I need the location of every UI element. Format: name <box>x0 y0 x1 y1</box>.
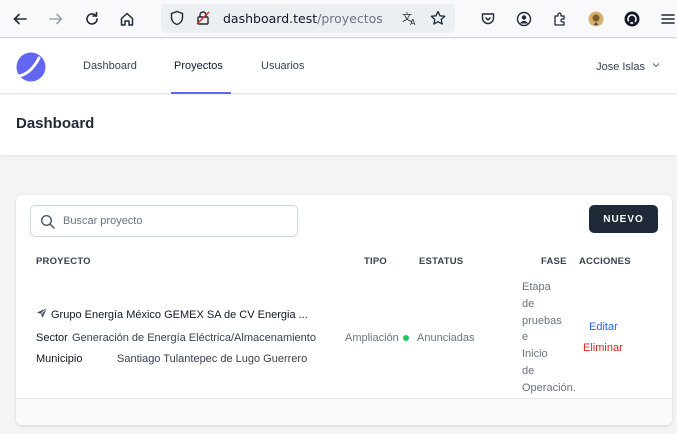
sector-value: Generación de Energía Eléctrica/Almacena… <box>72 332 316 344</box>
url-path: /proyectos <box>317 11 383 26</box>
extension-avatar-icon[interactable] <box>584 7 608 31</box>
translate-icon[interactable]: 文A <box>402 10 419 31</box>
url-bar[interactable]: dashboard.test/proyectos 文A <box>161 4 455 33</box>
nav-link-usuarios[interactable]: Usuarios <box>261 60 304 72</box>
delete-link[interactable]: Eliminar <box>583 342 623 354</box>
user-menu[interactable]: Jose Islas <box>596 60 661 73</box>
vpn-extension-icon[interactable] <box>620 7 644 31</box>
projects-card: NUEVO PROYECTO TIPO ESTATUS FASE ACCIONE… <box>16 195 672 425</box>
new-project-button[interactable]: NUEVO <box>589 205 658 233</box>
project-phase: Etapa de pruebas e Inicio de Operación. <box>522 279 584 397</box>
extensions-icon[interactable] <box>548 7 572 31</box>
app-navbar: Dashboard Proyectos Usuarios Jose Islas <box>0 39 677 94</box>
home-icon[interactable] <box>115 7 139 31</box>
back-arrow-icon[interactable] <box>8 7 32 31</box>
phase-line: Etapa <box>522 281 551 293</box>
page-title: Dashboard <box>16 115 95 132</box>
phase-line: e <box>522 331 529 344</box>
column-header-tipo: TIPO <box>364 256 387 267</box>
svg-text:A: A <box>410 18 416 27</box>
nav-link-proyectos[interactable]: Proyectos <box>174 60 223 72</box>
column-header-proyecto: PROYECTO <box>36 256 91 267</box>
chevron-down-icon <box>651 60 661 73</box>
project-name-text: Grupo Energía México GEMEX SA de CV Ener… <box>51 308 308 321</box>
user-name: Jose Islas <box>596 60 645 73</box>
search-icon <box>40 214 56 230</box>
url-host: dashboard.test <box>223 11 318 26</box>
forward-arrow-icon[interactable] <box>44 7 68 31</box>
url-text[interactable]: dashboard.test/proyectos <box>223 11 383 26</box>
project-name[interactable]: Grupo Energía México GEMEX SA de CV Ener… <box>36 307 321 322</box>
project-type: Ampliación <box>345 332 399 344</box>
app-logo[interactable] <box>16 52 46 82</box>
menu-hamburger-icon[interactable] <box>656 7 677 31</box>
column-header-estatus: ESTATUS <box>419 256 464 267</box>
phase-line: de <box>522 297 535 310</box>
status-dot-icon <box>403 335 409 341</box>
search-field[interactable] <box>30 205 298 237</box>
card-footer <box>16 398 672 425</box>
reload-icon[interactable] <box>80 7 104 31</box>
phase-line: pruebas <box>522 314 562 327</box>
phase-line: Operación. <box>522 381 576 394</box>
page-header: Dashboard <box>0 95 677 155</box>
search-input[interactable] <box>63 212 283 230</box>
municipio-value: Santiago Tulantepec de Lugo Guerrero <box>117 353 308 365</box>
pocket-icon[interactable] <box>476 7 500 31</box>
project-status: Anunciadas <box>417 332 475 344</box>
phase-line: de <box>522 364 535 377</box>
municipio-label: Municipio <box>36 353 83 365</box>
bookmark-star-icon[interactable] <box>430 10 446 30</box>
nav-link-dashboard[interactable]: Dashboard <box>83 60 137 72</box>
shield-icon[interactable] <box>169 10 185 30</box>
column-header-fase: FASE <box>541 256 567 267</box>
account-icon[interactable] <box>512 7 536 31</box>
send-plane-icon <box>36 307 48 322</box>
phase-line: Inicio <box>522 348 548 361</box>
edit-link[interactable]: Editar <box>589 321 618 333</box>
browser-toolbar: dashboard.test/proyectos 文A <box>0 0 677 38</box>
column-header-acciones: ACCIONES <box>579 256 631 267</box>
sector-label: Sector <box>36 332 68 344</box>
active-nav-underline <box>171 92 231 94</box>
insecure-lock-icon[interactable] <box>195 10 211 30</box>
